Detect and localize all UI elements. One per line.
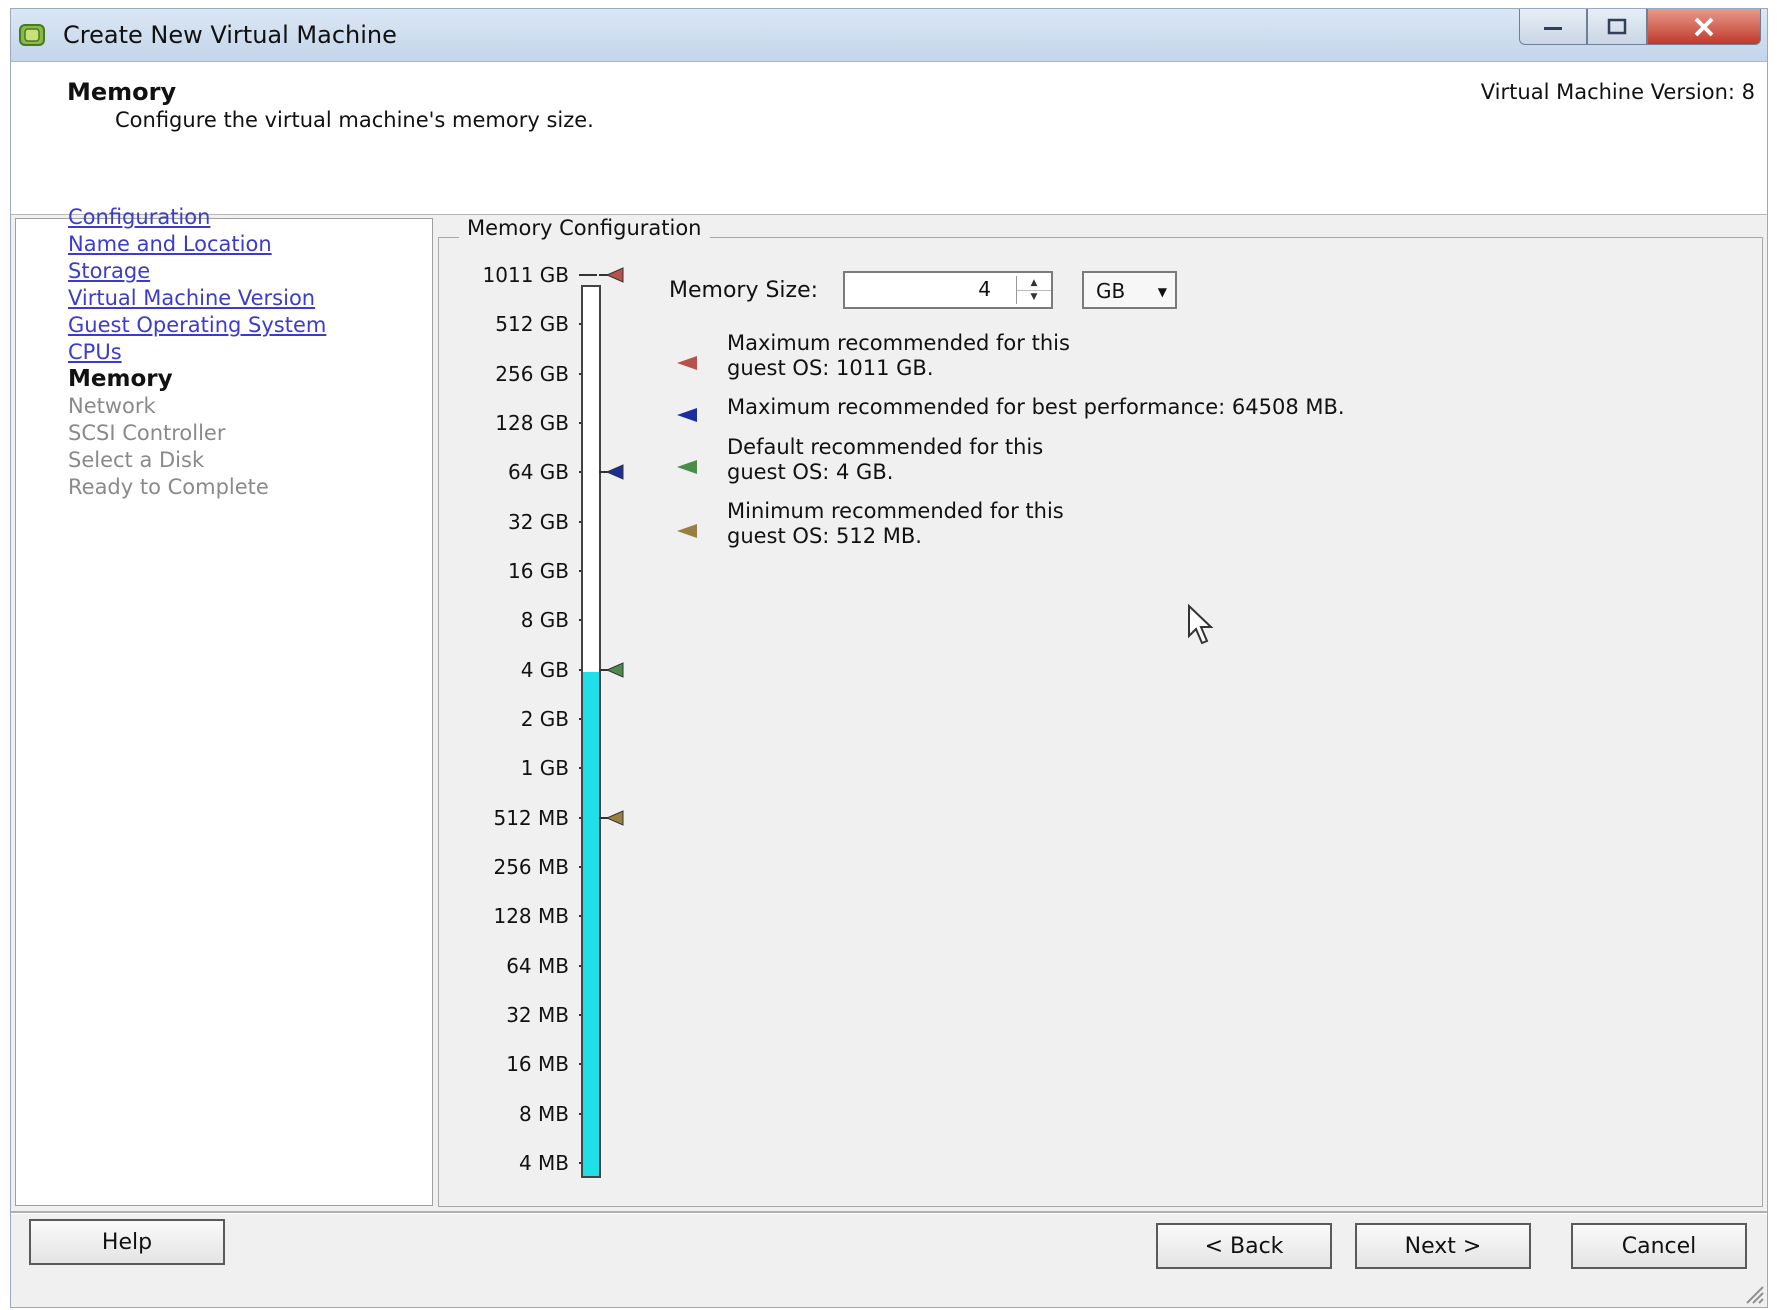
wizard-step-list: Configuration Name and Location Storage … bbox=[15, 205, 433, 1206]
window-title: Create New Virtual Machine bbox=[63, 21, 397, 49]
scale-tick-label: 1 GB bbox=[520, 756, 569, 781]
dropdown-arrow-icon: ▼ bbox=[1157, 285, 1167, 299]
slider-marker-icon bbox=[599, 267, 624, 283]
title-bar[interactable]: Create New Virtual Machine bbox=[11, 9, 1767, 62]
next-button[interactable]: Next > bbox=[1355, 1223, 1531, 1269]
cancel-button[interactable]: Cancel bbox=[1571, 1223, 1747, 1269]
scale-tick-label: 256 GB bbox=[495, 361, 569, 386]
scale-tick-label: 512 MB bbox=[493, 805, 569, 830]
nav-item-name-and-location[interactable]: Name and Location bbox=[68, 232, 272, 256]
mouse-cursor-icon bbox=[1188, 604, 1214, 645]
scale-tick-label: 512 GB bbox=[495, 312, 569, 337]
wizard-header: Memory Configure the virtual machine's m… bbox=[11, 62, 1767, 215]
scale-tick-label: 8 MB bbox=[518, 1101, 569, 1126]
slider-marker-icon bbox=[599, 464, 624, 481]
scale-tick-label: 64 MB bbox=[506, 953, 569, 978]
scale-tick-label: 4 MB bbox=[518, 1150, 569, 1175]
vm-version-label: Virtual Machine Version: 8 bbox=[1480, 80, 1755, 104]
slider-marker-icon bbox=[599, 661, 624, 678]
nav-item-configuration[interactable]: Configuration bbox=[68, 205, 210, 229]
recommendation-marker-icon bbox=[677, 356, 697, 370]
footer-separator bbox=[11, 1211, 1767, 1214]
wizard-window: Create New Virtual Machine Memory Config… bbox=[10, 8, 1768, 1308]
memory-configuration-title: Memory Configuration bbox=[459, 216, 710, 240]
back-button[interactable]: < Back bbox=[1156, 1223, 1332, 1269]
nav-item-network: Network bbox=[68, 394, 156, 418]
recommendation-line: Minimum recommended for this bbox=[727, 499, 1064, 523]
scale-tick-label: 2 GB bbox=[520, 706, 569, 731]
memory-unit-select[interactable]: GB ▼ bbox=[1082, 271, 1177, 309]
spin-down-icon[interactable]: ▼ bbox=[1017, 290, 1051, 304]
minimize-icon bbox=[1544, 26, 1562, 30]
recommendation-marker-icon bbox=[677, 524, 697, 538]
scale-tick-label: 64 GB bbox=[507, 460, 569, 485]
help-button[interactable]: Help bbox=[29, 1219, 225, 1265]
recommendation-text: Maximum recommended for best performance… bbox=[727, 395, 1345, 420]
recommendation-text: Minimum recommended for this guest OS: 51… bbox=[727, 499, 1064, 549]
recommendation-line: Default recommended for this bbox=[727, 435, 1044, 459]
scale-tick-label: 16 GB bbox=[507, 558, 569, 583]
recommendation-text: Default recommended for this guest OS: 4 … bbox=[727, 435, 1043, 485]
memory-slider-track[interactable] bbox=[581, 285, 601, 1178]
maximize-icon bbox=[1607, 18, 1627, 34]
memory-unit-value: GB bbox=[1096, 279, 1126, 303]
recommendation-line: Maximum recommended for this bbox=[727, 331, 1070, 355]
recommendation-line: Maximum recommended for best performance… bbox=[727, 395, 1345, 419]
scale-tick-label: 4 GB bbox=[520, 657, 569, 682]
scale-tick-mark bbox=[579, 274, 597, 276]
nav-item-ready-to-complete: Ready to Complete bbox=[68, 475, 269, 499]
nav-item-guest-operating-system[interactable]: Guest Operating System bbox=[68, 313, 326, 337]
page-subtitle: Configure the virtual machine's memory s… bbox=[115, 108, 594, 132]
close-icon bbox=[1694, 17, 1714, 36]
close-button[interactable] bbox=[1647, 9, 1761, 45]
scale-tick-label: 128 GB bbox=[495, 410, 569, 435]
recommendation-marker-icon bbox=[677, 460, 697, 474]
scale-tick-label: 1011 GB bbox=[482, 263, 569, 287]
minimize-button[interactable] bbox=[1519, 9, 1587, 45]
memory-slider-fill bbox=[583, 671, 599, 1176]
slider-marker-icon bbox=[599, 809, 624, 826]
scale-tick-label: 8 GB bbox=[520, 608, 569, 633]
nav-item-scsi-controller: SCSI Controller bbox=[68, 421, 226, 445]
nav-item-memory: Memory bbox=[68, 366, 173, 392]
scale-tick-label: 256 MB bbox=[493, 854, 569, 879]
memory-size-stepper[interactable]: ▲ ▼ bbox=[1016, 276, 1051, 304]
nav-item-select-a-disk: Select a Disk bbox=[68, 448, 205, 472]
scale-tick-label: 16 MB bbox=[506, 1052, 569, 1077]
nav-item-storage[interactable]: Storage bbox=[68, 259, 150, 283]
page-title: Memory bbox=[67, 78, 177, 106]
spin-up-icon[interactable]: ▲ bbox=[1017, 276, 1051, 291]
recommendation-text: Maximum recommended for this guest OS: 10… bbox=[727, 331, 1070, 381]
nav-item-virtual-machine-version[interactable]: Virtual Machine Version bbox=[68, 286, 315, 310]
nav-item-cpus[interactable]: CPUs bbox=[68, 340, 122, 364]
recommendation-marker-icon bbox=[677, 408, 697, 422]
recommendation-line: guest OS: 4 GB. bbox=[727, 460, 894, 484]
maximize-button[interactable] bbox=[1587, 9, 1647, 45]
app-icon bbox=[19, 24, 45, 46]
recommendation-line: guest OS: 1011 GB. bbox=[727, 356, 934, 380]
resize-grip-icon[interactable] bbox=[1743, 1283, 1765, 1305]
memory-configuration-group bbox=[438, 237, 1763, 1207]
scale-tick-label: 128 MB bbox=[493, 904, 569, 929]
scale-tick-label: 32 MB bbox=[506, 1002, 569, 1027]
scale-tick-label: 32 GB bbox=[507, 509, 569, 534]
recommendation-line: guest OS: 512 MB. bbox=[727, 524, 922, 548]
memory-size-label: Memory Size: bbox=[669, 278, 819, 303]
